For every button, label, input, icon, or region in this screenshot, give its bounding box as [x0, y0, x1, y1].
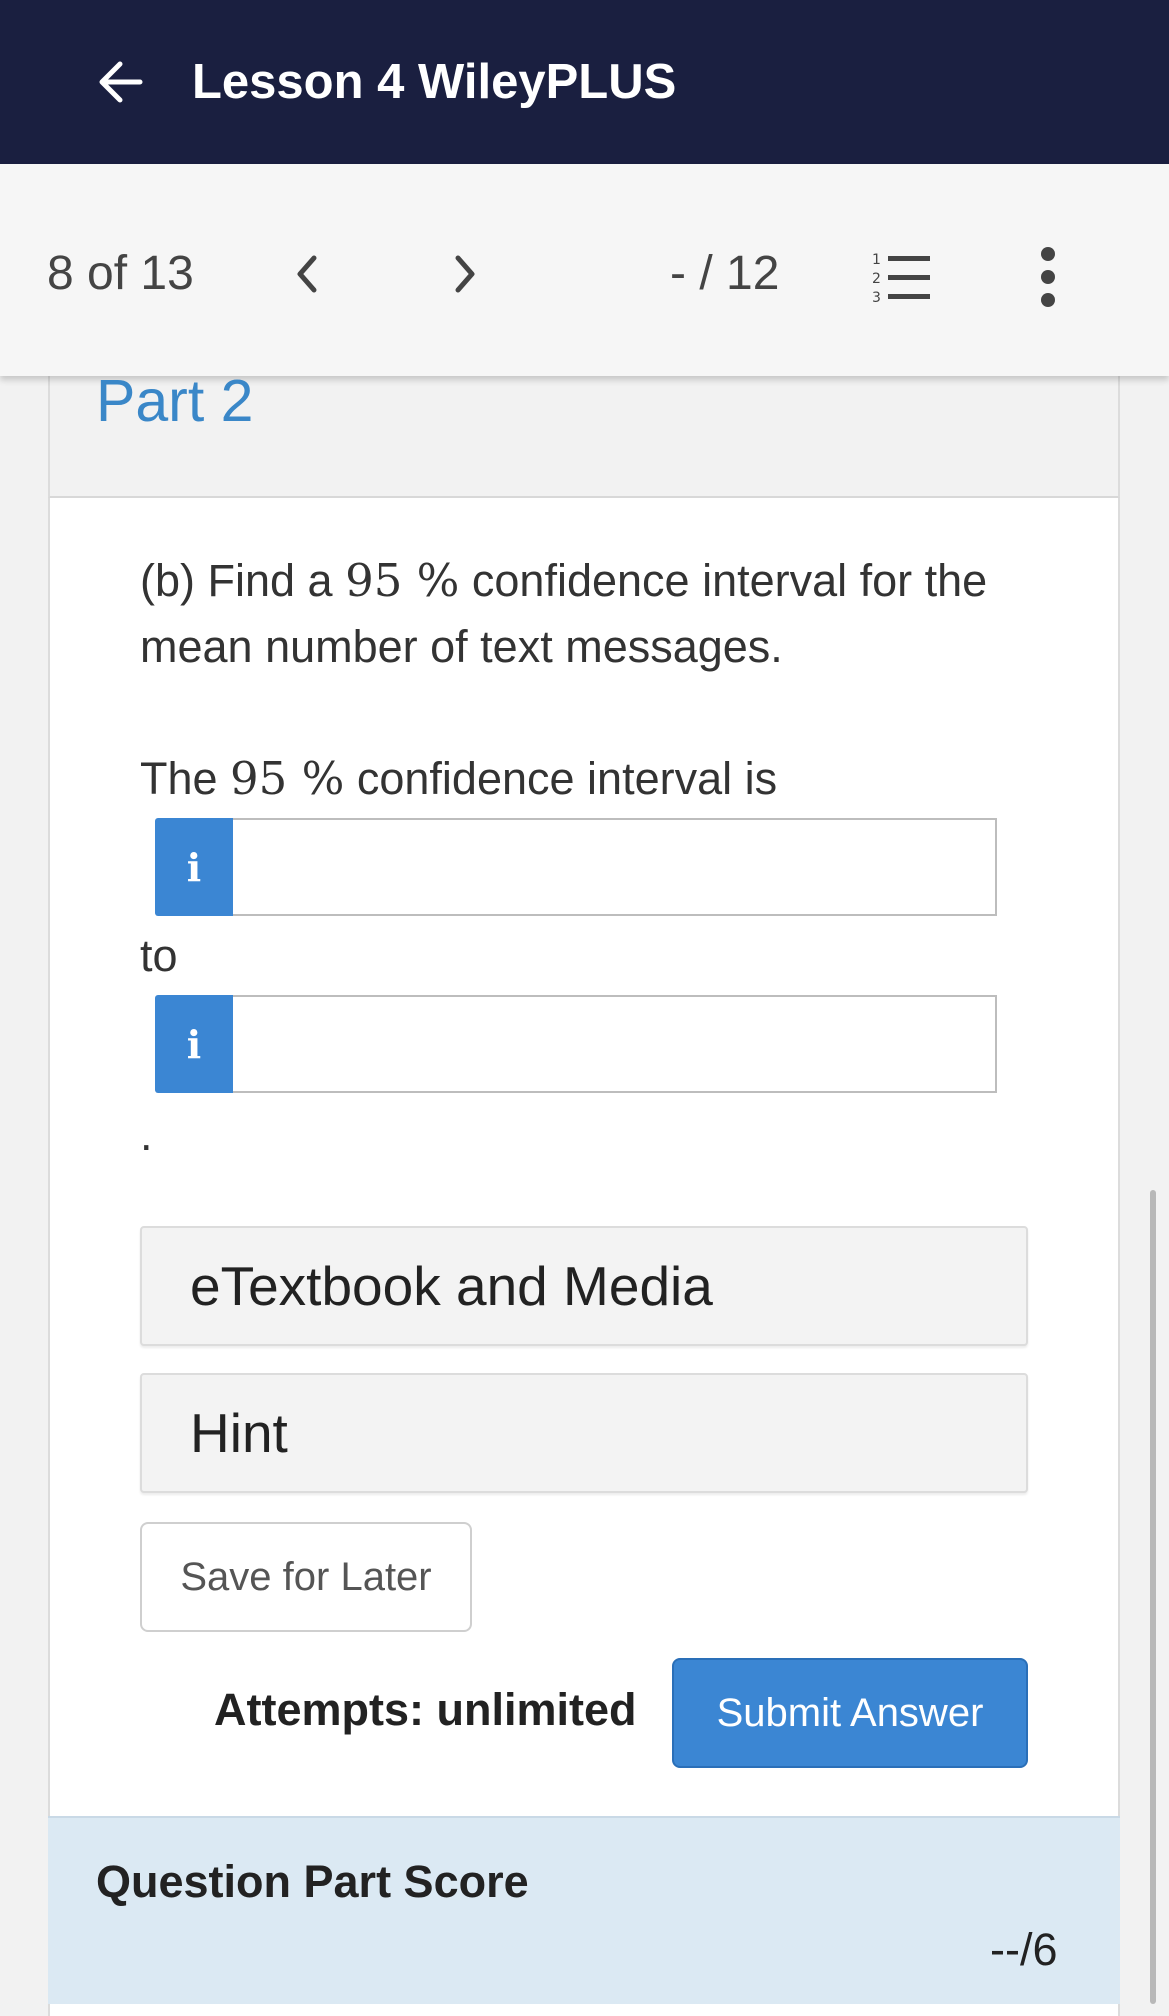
upper-bound-input[interactable] — [233, 995, 997, 1093]
question-confidence: 95 % — [345, 554, 460, 607]
svg-text:2: 2 — [872, 271, 881, 287]
answer-row-upper: i — [155, 995, 997, 1093]
question-list-button[interactable]: 1 2 3 — [868, 248, 938, 308]
stem-confidence: 95 % — [230, 752, 345, 805]
stem-suffix: confidence interval is — [344, 753, 778, 804]
back-button[interactable] — [90, 50, 150, 114]
part-title: Part 2 — [96, 368, 254, 434]
header-title: Lesson 4 WileyPLUS — [192, 55, 677, 109]
question-text: (b) Find a 95 % confidence interval for … — [140, 548, 1040, 680]
scrollbar[interactable] — [1150, 1190, 1156, 2004]
question-score: - / 12 — [670, 247, 780, 300]
submit-answer-button[interactable]: Submit Answer — [672, 1658, 1028, 1768]
answer-stem: The 95 % confidence interval is — [140, 746, 777, 812]
attempts-label: Attempts: unlimited — [214, 1684, 637, 1735]
more-vertical-icon — [1041, 247, 1055, 307]
chevron-right-icon — [455, 255, 475, 293]
app-header: Lesson 4 WileyPLUS — [0, 0, 1169, 164]
info-button[interactable]: i — [155, 818, 233, 916]
to-label: to — [140, 930, 178, 981]
answer-row-lower: i — [155, 818, 997, 916]
lower-bound-input[interactable] — [233, 818, 997, 916]
etextbook-media-button[interactable]: eTextbook and Media — [140, 1226, 1028, 1346]
score-title: Question Part Score — [96, 1856, 529, 1907]
question-position: 8 of 13 — [47, 247, 194, 300]
numbered-list-icon: 1 2 3 — [872, 252, 930, 306]
next-question-button[interactable] — [440, 242, 490, 306]
save-for-later-button[interactable]: Save for Later — [140, 1522, 472, 1632]
sentence-period: . — [140, 1109, 153, 1160]
hint-button[interactable]: Hint — [140, 1373, 1028, 1493]
more-options-button[interactable] — [1030, 242, 1066, 312]
arrow-left-icon — [99, 61, 143, 103]
score-value: --/6 — [990, 1924, 1058, 1975]
svg-text:1: 1 — [872, 252, 881, 268]
info-button[interactable]: i — [155, 995, 233, 1093]
svg-text:3: 3 — [872, 290, 881, 306]
stem-prefix: The — [140, 753, 231, 804]
question-navbar: 8 of 13 - / 12 1 2 3 — [0, 164, 1169, 376]
chevron-left-icon — [297, 255, 317, 293]
question-prefix: (b) Find a — [140, 555, 346, 606]
previous-question-button[interactable] — [282, 242, 332, 306]
